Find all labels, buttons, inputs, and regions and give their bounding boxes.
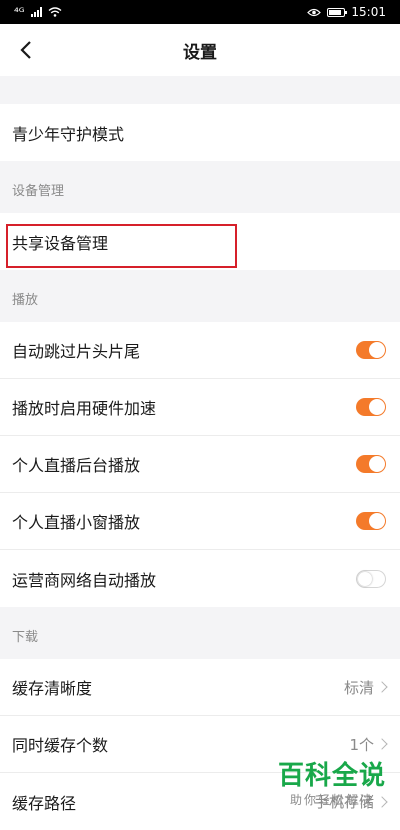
toggle-switch[interactable] xyxy=(356,398,386,416)
signal-icon xyxy=(30,7,42,17)
playback-row-live-mini[interactable]: 个人直播小窗播放 xyxy=(0,493,400,550)
clock: 15:01 xyxy=(351,5,386,19)
playback-row-hw-accel[interactable]: 播放时启用硬件加速 xyxy=(0,379,400,436)
download-row-concurrent[interactable]: 同时缓存个数 1个 xyxy=(0,716,400,773)
value-text: 手机存储 xyxy=(313,793,374,811)
download-group: 缓存清晰度 标清 同时缓存个数 1个 缓存路径 手机存储 xyxy=(0,659,400,830)
toggle-switch[interactable] xyxy=(356,512,386,530)
playback-row-skip-intro[interactable]: 自动跳过片头片尾 xyxy=(0,322,400,379)
status-bar: ⁴ᴳ 15:01 xyxy=(0,0,400,24)
chevron-left-icon xyxy=(20,41,31,59)
value-text: 1个 xyxy=(349,735,374,754)
value-text: 标清 xyxy=(343,678,374,697)
playback-row-live-bg[interactable]: 个人直播后台播放 xyxy=(0,436,400,493)
section-header-playback: 播放 xyxy=(12,293,39,308)
section-header-download: 下载 xyxy=(12,630,39,645)
download-row-path[interactable]: 缓存路径 手机存储 xyxy=(0,773,400,830)
playback-label: 运营商网络自动播放 xyxy=(12,570,157,590)
battery-icon xyxy=(327,7,348,17)
toggle-switch[interactable] xyxy=(356,569,386,588)
playback-group: 自动跳过片头片尾 播放时启用硬件加速 个人直播后台播放 个人直播小窗播放 运营商… xyxy=(0,322,400,607)
playback-label: 个人直播小窗播放 xyxy=(12,513,141,532)
teen-mode-row[interactable]: 青少年守护模式 xyxy=(0,104,400,161)
eye-icon xyxy=(307,8,322,16)
chevron-right-icon xyxy=(376,681,388,693)
section-header-device: 设备管理 xyxy=(12,184,65,199)
network-type: ⁴ᴳ xyxy=(14,5,25,19)
teen-mode-group: 青少年守护模式 xyxy=(0,104,400,161)
download-value: 1个 xyxy=(349,734,388,755)
playback-label: 自动跳过片头片尾 xyxy=(12,342,141,361)
toggle-switch[interactable] xyxy=(356,455,386,473)
toggle-switch[interactable] xyxy=(356,341,386,359)
playback-label: 播放时启用硬件加速 xyxy=(12,399,157,418)
back-button[interactable] xyxy=(14,38,38,62)
device-group: 共享设备管理 xyxy=(0,213,400,270)
playback-row-cellular[interactable]: 运营商网络自动播放 xyxy=(0,550,400,607)
nav-bar: 设置 xyxy=(0,24,400,76)
chevron-right-icon xyxy=(376,738,388,750)
teen-mode-label: 青少年守护模式 xyxy=(12,124,125,144)
shared-device-row[interactable]: 共享设备管理 xyxy=(0,213,400,270)
download-label: 缓存路径 xyxy=(12,793,77,813)
download-row-quality[interactable]: 缓存清晰度 标清 xyxy=(0,659,400,716)
playback-label: 个人直播后台播放 xyxy=(12,456,141,475)
download-value: 手机存储 xyxy=(313,791,388,812)
download-label: 同时缓存个数 xyxy=(12,736,109,755)
download-value: 标清 xyxy=(343,677,388,698)
status-right: 15:01 xyxy=(307,5,386,19)
wifi-icon xyxy=(48,7,62,17)
chevron-right-icon xyxy=(376,795,388,808)
download-label: 缓存清晰度 xyxy=(12,679,93,698)
page-title: 设置 xyxy=(183,42,217,63)
shared-device-label: 共享设备管理 xyxy=(12,233,109,253)
status-left: ⁴ᴳ xyxy=(14,5,62,19)
